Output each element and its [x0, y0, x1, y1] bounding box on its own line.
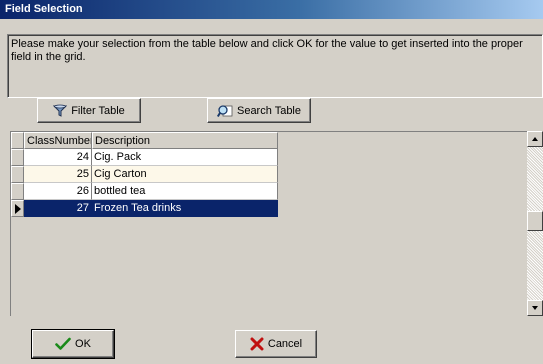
vertical-scrollbar[interactable]	[527, 131, 543, 316]
row-indicator-current[interactable]	[11, 200, 24, 217]
cancel-button[interactable]: Cancel	[235, 330, 317, 358]
arrow-down-icon	[532, 306, 538, 310]
ok-label: OK	[75, 338, 91, 350]
filter-table-label: Filter Table	[71, 104, 125, 117]
search-table-label: Search Table	[236, 104, 301, 117]
instructions-text: Please make your selection from the tabl…	[7, 34, 543, 98]
arrow-up-icon	[532, 137, 538, 141]
cell-description[interactable]: Cig. Pack	[92, 149, 278, 166]
selection-grid[interactable]: ClassNumber Description 24 Cig. Pack 25 …	[10, 131, 543, 316]
row-indicator[interactable]	[11, 183, 24, 200]
grid-header-row: ClassNumber Description	[11, 132, 278, 149]
column-header-classnumber[interactable]: ClassNumber	[24, 132, 92, 149]
table-row[interactable]: 25 Cig Carton	[11, 166, 278, 183]
cell-classnumber[interactable]: 27	[24, 200, 92, 217]
cell-description[interactable]: Cig Carton	[92, 166, 278, 183]
window-title: Field Selection	[0, 0, 543, 19]
cancel-label: Cancel	[267, 338, 303, 350]
scroll-up-button[interactable]	[527, 131, 543, 147]
cell-classnumber[interactable]: 25	[24, 166, 92, 183]
cell-description[interactable]: bottled tea	[92, 183, 278, 200]
current-row-arrow-icon	[15, 204, 21, 214]
cell-classnumber[interactable]: 26	[24, 183, 92, 200]
search-table-button[interactable]: Search Table	[207, 98, 311, 123]
scroll-thumb[interactable]	[527, 211, 543, 231]
cell-description[interactable]: Frozen Tea drinks	[92, 200, 278, 217]
magnifier-icon	[216, 104, 233, 118]
row-indicator[interactable]	[11, 149, 24, 166]
table-row-selected[interactable]: 27 Frozen Tea drinks	[11, 200, 278, 217]
cell-classnumber[interactable]: 24	[24, 149, 92, 166]
ok-button[interactable]: OK	[31, 329, 115, 359]
row-indicator-header	[11, 132, 24, 149]
x-icon	[250, 337, 264, 351]
row-indicator[interactable]	[11, 166, 24, 183]
scroll-down-button[interactable]	[527, 300, 543, 316]
checkmark-icon	[55, 337, 71, 351]
table-row[interactable]: 26 bottled tea	[11, 183, 278, 200]
funnel-icon	[53, 104, 68, 118]
column-header-description[interactable]: Description	[92, 132, 278, 149]
filter-table-button[interactable]: Filter Table	[37, 98, 141, 123]
table-row[interactable]: 24 Cig. Pack	[11, 149, 278, 166]
